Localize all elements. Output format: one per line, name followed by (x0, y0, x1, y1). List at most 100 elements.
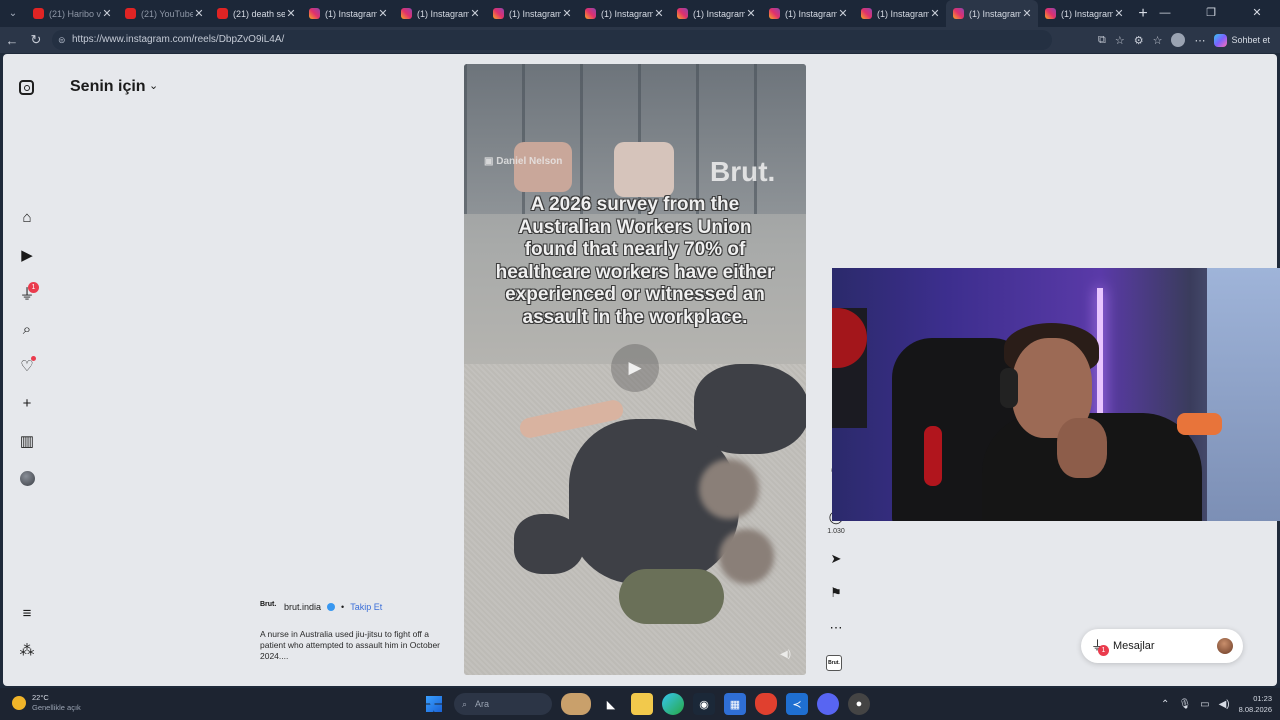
create-icon[interactable]: + (18, 394, 36, 412)
close-tab-icon[interactable]: ✕ (837, 7, 849, 20)
reel-description[interactable]: A nurse in Australia used jiu-jitsu to f… (260, 629, 450, 662)
more-icon[interactable]: ≡ (18, 604, 36, 622)
audio-thumbnail[interactable]: Brut. (826, 655, 842, 671)
minimize-button[interactable]: — (1142, 0, 1188, 27)
weather-desc: Genellikle açık (32, 703, 81, 712)
restore-button[interactable]: ❐ (1188, 0, 1234, 27)
brave-icon[interactable] (755, 693, 777, 715)
edge-icon[interactable] (662, 693, 684, 715)
weather-widget[interactable]: 22°C Genellikle açık (12, 693, 81, 713)
dashboard-icon[interactable]: ▥ (18, 432, 36, 450)
refresh-button[interactable]: ↻ (24, 32, 48, 48)
taskbar-search[interactable]: ⌕ Ara (454, 693, 552, 715)
tab-actions-menu[interactable]: ⌄ (0, 0, 26, 27)
home-icon[interactable]: ⌂ (18, 208, 36, 226)
more-options-icon[interactable]: ⋯ (826, 620, 846, 636)
browser-tab[interactable]: (21) death sent✕ (210, 0, 302, 27)
obs-icon[interactable]: ● (848, 693, 870, 715)
browser-tab[interactable]: (1) Instagram ✕ (670, 0, 762, 27)
person-figure (514, 514, 584, 574)
window-controls: — ❐ ✕ (1142, 0, 1280, 27)
clock[interactable]: 01:23 8.08.2026 (1239, 693, 1272, 715)
reel-video[interactable]: ▣ Daniel Nelson Brut. A 2026 survey from… (464, 64, 806, 675)
author-username[interactable]: brut.india (284, 602, 321, 612)
close-tab-icon[interactable]: ✕ (653, 7, 665, 20)
back-button[interactable]: ← (0, 33, 24, 48)
close-tab-icon[interactable]: ✕ (561, 7, 573, 20)
instagram-icon (1045, 8, 1056, 19)
store-icon[interactable]: ▦ (724, 693, 746, 715)
browser-tab[interactable]: (1) Instagram ✕ (394, 0, 486, 27)
close-tab-icon[interactable]: ✕ (1113, 7, 1125, 20)
messages-icon[interactable]: ⏚ 1 (18, 282, 39, 303)
address-bar[interactable]: ⊜ https://www.instagram.com/reels/DbpZvO… (52, 30, 1052, 50)
close-tab-icon[interactable]: ✕ (1021, 7, 1033, 20)
vscode-icon[interactable]: ≺ (786, 693, 808, 715)
tab-label: (1) Instagram (417, 8, 469, 19)
chevron-up-icon[interactable]: ⌃ (1161, 699, 1169, 710)
extensions-icon[interactable]: ⚙ (1134, 34, 1144, 47)
browser-tab[interactable]: (1) Instagram ✕ (1038, 0, 1130, 27)
browser-tab[interactable]: (1) Instagram ✕ (578, 0, 670, 27)
browser-tab[interactable]: (1) Instagram ✕ (946, 0, 1038, 27)
close-tab-icon[interactable]: ✕ (101, 7, 113, 20)
youtube-icon (125, 8, 136, 19)
profile-avatar[interactable] (18, 469, 36, 487)
file-explorer-icon[interactable] (631, 693, 653, 715)
close-tab-icon[interactable]: ✕ (929, 7, 941, 20)
search-icon[interactable]: ⌕ (18, 320, 36, 338)
tab-label: (21) Haribo ve (49, 8, 101, 19)
site-info-icon[interactable]: ⊜ (58, 30, 66, 50)
start-button[interactable] (423, 693, 445, 715)
close-tab-icon[interactable]: ✕ (193, 7, 205, 20)
tab-label: (1) Instagram (601, 8, 653, 19)
tab-label: (21) YouTube (141, 8, 193, 19)
author-avatar[interactable]: Brut. (260, 601, 278, 612)
split-screen-icon[interactable]: ⧉ (1098, 34, 1106, 47)
share-icon[interactable]: ➤ (826, 551, 846, 567)
close-tab-icon[interactable]: ✕ (377, 7, 389, 20)
microphone-icon[interactable]: 🎙︎ (1178, 699, 1191, 710)
copilot-button[interactable]: Sohbet et (1214, 33, 1270, 47)
favorites-star-icon[interactable]: ☆ (1115, 34, 1125, 47)
video-caption: A 2026 survey from the Australian Worker… (495, 194, 775, 328)
notifications-icon[interactable]: ♡ (18, 356, 36, 375)
messages-badge: 1 (28, 282, 39, 293)
close-tab-icon[interactable]: ✕ (469, 7, 481, 20)
browser-tab[interactable]: (21) Haribo ve ✕ (26, 0, 118, 27)
messages-pill[interactable]: ⏚ 1 Mesajlar (1081, 629, 1243, 663)
widget-thumbnail-icon[interactable] (561, 693, 591, 715)
browser-tab[interactable]: (21) YouTube ✕ (118, 0, 210, 27)
instagram-logo-icon[interactable] (19, 80, 34, 95)
sun-icon (12, 696, 26, 710)
discord-icon[interactable] (817, 693, 839, 715)
chevron-down-icon[interactable]: ⌄ (149, 79, 158, 92)
network-icon[interactable]: ▭ (1200, 699, 1209, 710)
play-icon[interactable]: ▶ (611, 344, 659, 392)
volume-icon[interactable]: ◀) (780, 649, 791, 660)
instagram-icon (677, 8, 688, 19)
browser-tab[interactable]: (1) Instagram ✕ (486, 0, 578, 27)
watermark-text: Daniel Nelson (496, 156, 563, 167)
also-from-meta-icon[interactable]: ⁂ (18, 641, 36, 659)
feed-title[interactable]: Senin için (70, 78, 146, 96)
profile-avatar[interactable] (1171, 33, 1186, 47)
browser-tab-bar: ⌄ (21) Haribo ve ✕ (21) YouTube ✕ (21) death… (0, 0, 1280, 27)
bookmark-icon[interactable]: ⚑ (826, 585, 846, 601)
separator-dot: • (341, 601, 345, 612)
follow-button[interactable]: Takip Et (350, 602, 382, 612)
reels-icon[interactable]: ▶ (18, 246, 36, 264)
close-tab-icon[interactable]: ✕ (285, 7, 297, 20)
browser-tab[interactable]: (1) Instagram ✕ (854, 0, 946, 27)
more-options-icon[interactable]: ⋯ (1194, 34, 1205, 47)
browser-tab[interactable]: (1) Instagram ✕ (762, 0, 854, 27)
steam-icon[interactable]: ◉ (693, 693, 715, 715)
close-tab-icon[interactable]: ✕ (745, 7, 757, 20)
terminal-icon[interactable]: ◣ (600, 693, 622, 715)
close-window-button[interactable]: ✕ (1234, 0, 1280, 27)
collections-icon[interactable]: ☆ (1153, 34, 1163, 47)
volume-icon[interactable]: ◀) (1219, 699, 1230, 710)
webcam-scene (1207, 268, 1280, 521)
webcam-overlay (832, 268, 1280, 521)
browser-tab[interactable]: (1) Instagram ✕ (302, 0, 394, 27)
